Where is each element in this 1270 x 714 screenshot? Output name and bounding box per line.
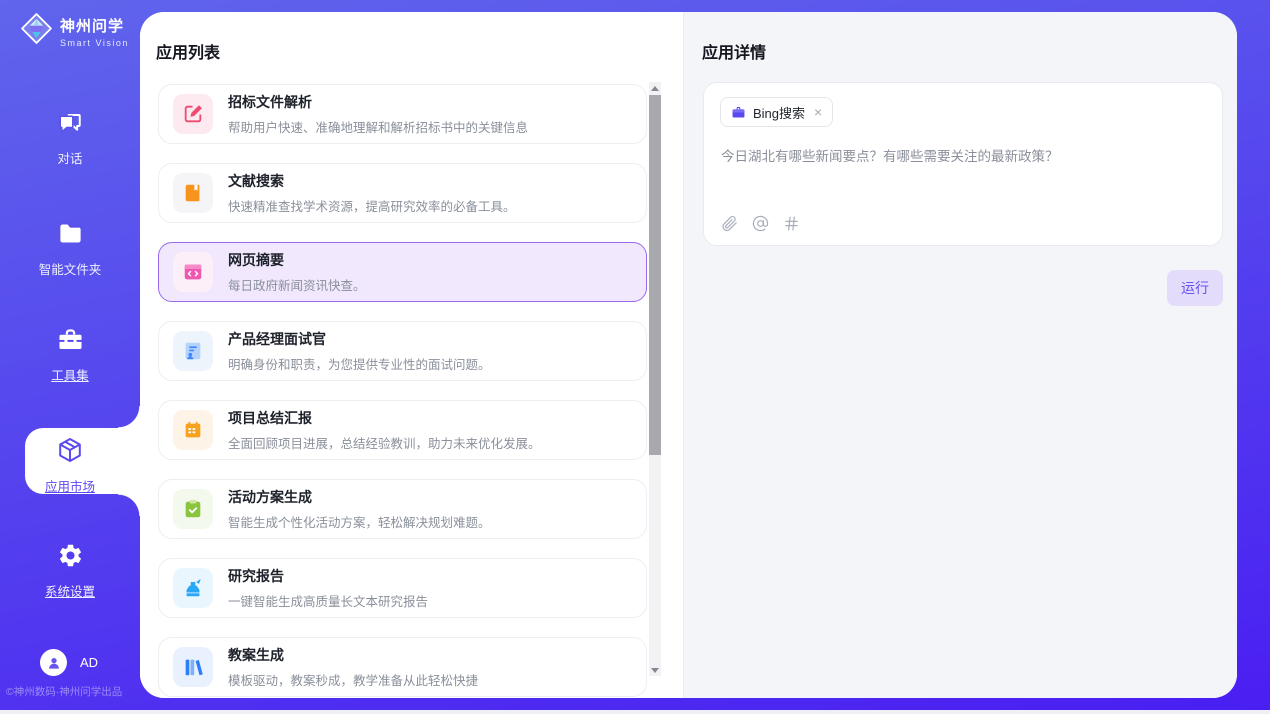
research-ink-icon [173, 568, 213, 608]
scrollbar[interactable] [649, 82, 661, 676]
app-card-list: 招标文件解析 帮助用户快速、准确地理解和解析招标书中的关键信息 文献搜索 快速精… [158, 84, 647, 698]
app-card-title: 网页摘要 [228, 250, 366, 270]
books-icon [173, 647, 213, 687]
app-card-title: 项目总结汇报 [228, 408, 541, 428]
app-card[interactable]: 研究报告 一键智能生成高质量长文本研究报告 [158, 558, 647, 618]
app-card-title: 研究报告 [228, 566, 428, 586]
app-card-desc: 帮助用户快速、准确地理解和解析招标书中的关键信息 [228, 117, 528, 136]
window-bottom-edge [0, 710, 1270, 714]
attachment-icon[interactable] [721, 215, 738, 232]
scrollbar-thumb[interactable] [649, 95, 661, 455]
sidebar-item-app-market[interactable]: 应用市场 [0, 436, 140, 495]
edit-icon [173, 94, 213, 134]
composer-card: Bing搜索 × 今日湖北有哪些新闻要点？有哪些需要关注的最新政策？ [703, 82, 1223, 246]
app-window: 神州问学 Smart Vision 对话 智能文件夹 [0, 0, 1270, 714]
run-button[interactable]: 运行 [1167, 270, 1223, 306]
app-card-desc: 一键智能生成高质量长文本研究报告 [228, 591, 428, 610]
app-card-desc: 明确身份和职责，为您提供专业性的面试问题。 [228, 354, 491, 373]
app-card[interactable]: 活动方案生成 智能生成个性化活动方案，轻松解决规划难题。 [158, 479, 647, 539]
topic-icon[interactable] [783, 215, 800, 232]
app-detail-panel: 应用详情 Bing搜索 × 今日湖北 [683, 12, 1237, 698]
user-initials: AD [80, 655, 98, 670]
brand-name: 神州问学 [60, 15, 129, 36]
app-card-title: 教案生成 [228, 645, 478, 665]
sidebar-item-settings[interactable]: 系统设置 [0, 542, 140, 600]
scroll-up-icon[interactable] [649, 82, 661, 94]
sidebar-item-toolset[interactable]: 工具集 [0, 326, 140, 384]
app-card-desc: 快速精准查找学术资源，提高研究效率的必备工具。 [228, 196, 516, 215]
sidebar-item-label: 应用市场 [45, 476, 95, 495]
avatar [40, 649, 67, 676]
tool-tag-label: Bing搜索 [753, 103, 805, 122]
book-icon [173, 173, 213, 213]
clipboard-check-icon [173, 489, 213, 529]
app-card-title: 文献搜索 [228, 171, 516, 191]
toolbox-icon [57, 326, 84, 358]
tool-tag-bing-search[interactable]: Bing搜索 × [720, 97, 833, 127]
chat-icon [57, 110, 83, 141]
folder-icon [57, 220, 84, 252]
cube-icon [56, 436, 84, 469]
brand-subtitle: Smart Vision [60, 38, 129, 48]
briefcase-icon [731, 105, 746, 120]
user-account[interactable]: AD [40, 649, 98, 676]
app-list-panel: 应用列表 招标文件解析 帮助用户快速、准确地理解和解析招标书中的关键信息 [140, 12, 683, 698]
app-card[interactable]: 教案生成 模板驱动，教案秒成，教学准备从此轻松快捷 [158, 637, 647, 697]
sidebar-item-chat[interactable]: 对话 [0, 110, 140, 167]
app-card-title: 活动方案生成 [228, 487, 491, 507]
sidebar-item-label: 系统设置 [45, 581, 95, 600]
main-content: 应用列表 招标文件解析 帮助用户快速、准确地理解和解析招标书中的关键信息 [140, 12, 1237, 698]
app-card-selected[interactable]: 网页摘要 每日政府新闻资讯快查。 [158, 242, 647, 302]
sidebar-item-label: 智能文件夹 [39, 259, 102, 278]
app-card-title: 招标文件解析 [228, 92, 528, 112]
question-input[interactable]: 今日湖北有哪些新闻要点？有哪些需要关注的最新政策？ [721, 145, 1206, 165]
gear-icon [57, 542, 84, 574]
app-card[interactable]: 文献搜索 快速精准查找学术资源，提高研究效率的必备工具。 [158, 163, 647, 223]
sidebar-item-label: 工具集 [51, 365, 89, 384]
app-card-desc: 模板驱动，教案秒成，教学准备从此轻松快捷 [228, 670, 478, 689]
app-card-title: 产品经理面试官 [228, 329, 491, 349]
brand-logo: 神州问学 Smart Vision [20, 12, 129, 50]
app-card-desc: 智能生成个性化活动方案，轻松解决规划难题。 [228, 512, 491, 531]
close-icon[interactable]: × [814, 105, 822, 119]
app-card[interactable]: 招标文件解析 帮助用户快速、准确地理解和解析招标书中的关键信息 [158, 84, 647, 144]
sidebar: 神州问学 Smart Vision 对话 智能文件夹 [0, 0, 140, 714]
webpage-code-icon [173, 252, 213, 292]
app-card-desc: 每日政府新闻资讯快查。 [228, 275, 366, 294]
app-list-title: 应用列表 [156, 39, 220, 63]
scroll-down-icon[interactable] [649, 664, 661, 676]
app-card[interactable]: 项目总结汇报 全面回顾项目进展，总结经验教训，助力未来优化发展。 [158, 400, 647, 460]
mention-icon[interactable] [752, 215, 769, 232]
interviewer-icon [173, 331, 213, 371]
summary-calendar-icon [173, 410, 213, 450]
copyright-text: ©神州数码·神州问学出品 [6, 684, 140, 699]
app-detail-title: 应用详情 [702, 39, 766, 63]
app-card[interactable]: 产品经理面试官 明确身份和职责，为您提供专业性的面试问题。 [158, 321, 647, 381]
composer-toolbar [721, 215, 800, 232]
sidebar-item-smart-folder[interactable]: 智能文件夹 [0, 220, 140, 278]
sidebar-item-label: 对话 [57, 148, 82, 167]
diamond-logo-icon [20, 12, 53, 50]
app-card-desc: 全面回顾项目进展，总结经验教训，助力未来优化发展。 [228, 433, 541, 452]
person-icon [46, 655, 62, 671]
